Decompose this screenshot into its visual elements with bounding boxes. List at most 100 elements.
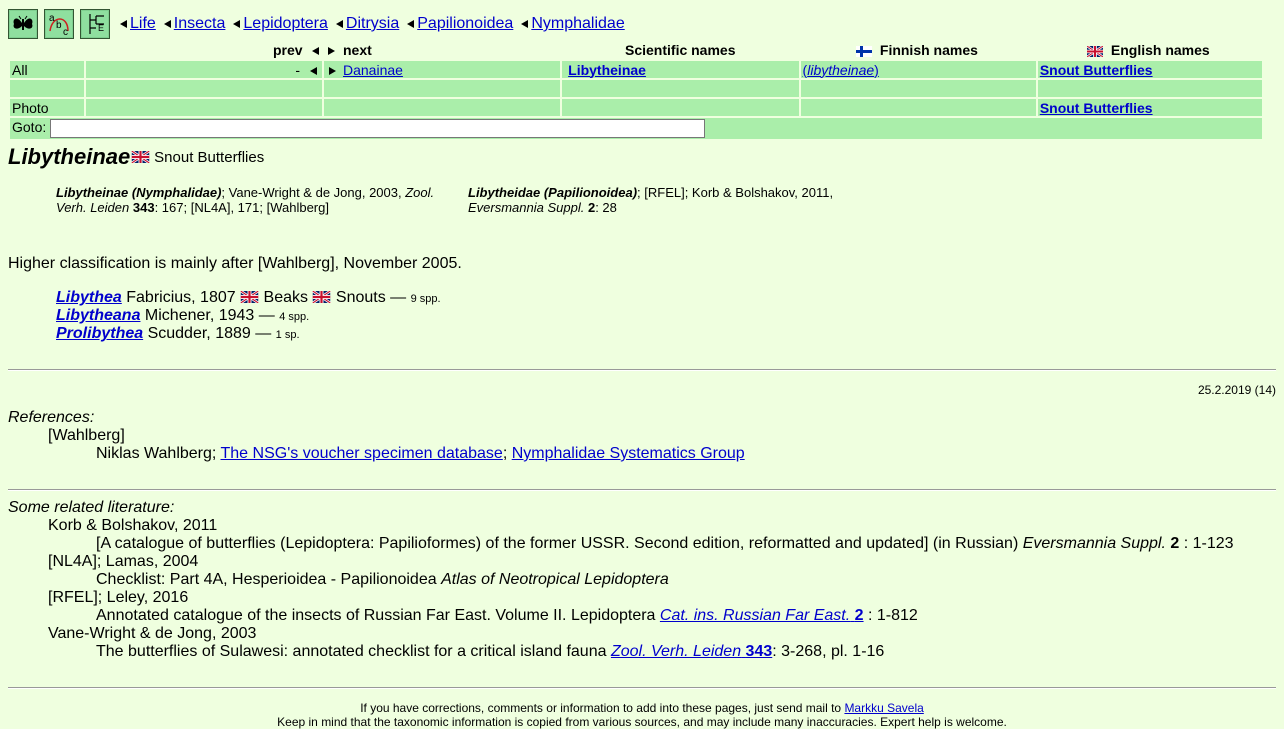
- abc-icon[interactable]: a b c: [44, 9, 74, 39]
- navigation-table: All - Danainae Libytheinae (libytheinae)…: [8, 59, 1264, 141]
- finland-flag-icon: [856, 45, 872, 57]
- references-title: References:: [8, 409, 95, 426]
- english-link[interactable]: Snout Butterflies: [1040, 62, 1153, 78]
- literature-head: Vane-Wright & de Jong, 2003: [48, 625, 257, 642]
- nsg-database-link[interactable]: The NSG's voucher specimen database: [221, 445, 503, 462]
- literature-journal: Cat. ins. Russian Far East.: [659, 607, 851, 624]
- next-cell: Danainae: [323, 61, 561, 78]
- goto-cell: Goto:: [10, 118, 1262, 139]
- synonym-name: Libytheidae (Papilionoidea): [468, 185, 638, 200]
- scientific-cell: Libytheinae: [562, 61, 799, 78]
- left-arrow-icon: [233, 20, 241, 28]
- synonym-journal: Verh. Leiden: [56, 200, 130, 215]
- literature-text: Annotated catalogue of the insects of Ru…: [96, 607, 660, 624]
- genus-count: 4 spp.: [279, 311, 310, 323]
- table-row: Photo Snout Butterflies: [10, 99, 1262, 116]
- literature-volume: 2: [854, 607, 864, 624]
- left-arrow-icon: [312, 47, 320, 55]
- footer-contact: If you have corrections, comments or inf…: [0, 701, 1284, 715]
- genus-link[interactable]: Libythea: [56, 289, 122, 306]
- svg-text:c: c: [63, 27, 68, 37]
- breadcrumb-insecta: Insecta: [163, 15, 226, 33]
- next-link[interactable]: Danainae: [343, 62, 403, 78]
- finnish-text: libytheinae: [807, 61, 875, 78]
- breadcrumb-link[interactable]: Papilionoidea: [417, 15, 513, 33]
- literature-entry: The butterflies of Sulawesi: annotated c…: [96, 643, 884, 661]
- row-label: [10, 80, 84, 97]
- literature-volume: 343: [745, 643, 773, 660]
- genus-count: 9 spp.: [410, 293, 441, 305]
- finnish-names-label: Finnish names: [879, 42, 978, 58]
- breadcrumb-lepidoptera: Lepidoptera: [233, 15, 328, 33]
- english-cell: [1037, 80, 1262, 97]
- literature-journal-link[interactable]: Cat. ins. Russian Far East. 2: [660, 607, 864, 624]
- breadcrumb-link[interactable]: Nymphalidae: [531, 15, 624, 33]
- genus-dash: —: [254, 307, 280, 324]
- finnish-link[interactable]: (libytheinae): [803, 62, 879, 78]
- genus-dash: —: [385, 289, 411, 306]
- finnish-cell: [800, 99, 1036, 116]
- literature-text: The butterflies of Sulawesi: annotated c…: [96, 643, 611, 660]
- scientific-cell: [562, 99, 799, 116]
- goto-input[interactable]: [50, 119, 706, 138]
- left-arrow-icon: [335, 20, 343, 28]
- right-arrow-icon: [328, 47, 335, 55]
- prev-value: -: [295, 61, 301, 78]
- synonym-pages: : 28: [595, 200, 617, 215]
- finnish-names-header: Finnish names: [856, 42, 978, 58]
- nymphalidae-group-link[interactable]: Nymphalidae Systematics Group: [512, 445, 745, 462]
- english-names-header: English names: [1087, 42, 1210, 58]
- uk-flag-icon: [1087, 45, 1103, 57]
- photo-english-link[interactable]: Snout Butterflies: [1040, 100, 1153, 116]
- next-cell: [323, 99, 561, 116]
- table-row: [10, 80, 1262, 97]
- left-arrow-icon: [521, 20, 529, 28]
- next-header: next: [328, 42, 372, 58]
- contact-link[interactable]: Markku Savela: [844, 701, 923, 715]
- divider: [8, 687, 1276, 689]
- butterfly-icon[interactable]: [8, 9, 38, 39]
- literature-text: Checklist: Part 4A, Hesperioidea - Papil…: [96, 571, 442, 588]
- literature-journal: Atlas of Neotropical Lepidoptera: [441, 571, 669, 588]
- update-date: 25.2.2019 (14): [1197, 383, 1276, 397]
- next-label: next: [343, 42, 372, 58]
- synonym-source: ; Vane-Wright & de Jong, 2003,: [221, 185, 406, 200]
- genus-link[interactable]: Libytheana: [56, 307, 140, 324]
- literature-pages: : 3-268, pl. 1-16: [772, 643, 885, 660]
- tree-icon[interactable]: E: [80, 9, 110, 39]
- prev-cell: -: [85, 61, 322, 78]
- breadcrumb-link[interactable]: Lepidoptera: [243, 15, 328, 33]
- scientific-names-header: Scientific names: [625, 42, 736, 58]
- english-names-label: English names: [1110, 42, 1210, 58]
- breadcrumb-link[interactable]: Insecta: [174, 15, 226, 33]
- literature-pages: : 1-812: [863, 607, 918, 624]
- prev-cell: [85, 99, 322, 116]
- literature-text: [A catalogue of butterflies (Lepidoptera…: [96, 535, 1023, 552]
- footer-disclaimer: Keep in mind that the taxonomic informat…: [277, 715, 1007, 729]
- literature-journal-link[interactable]: Zool. Verh. Leiden 343: [611, 643, 772, 660]
- list-item: Prolibythea Scudder, 1889 — 1 sp.: [56, 325, 300, 343]
- prev-header: prev: [273, 42, 322, 58]
- synonym-block-1: Libytheinae (Nymphalidae); Vane-Wright &…: [56, 185, 446, 215]
- genus-link[interactable]: Prolibythea: [56, 325, 143, 342]
- genus-common-name: Beaks: [263, 289, 308, 306]
- scientific-link[interactable]: Libytheinae: [568, 62, 646, 78]
- literature-head: [RFEL]; Leley, 2016: [48, 589, 189, 606]
- divider: [8, 369, 1276, 371]
- left-arrow-icon: [163, 20, 171, 28]
- table-row: All - Danainae Libytheinae (libytheinae)…: [10, 61, 1262, 78]
- breadcrumb-ditrysia: Ditrysia: [335, 15, 399, 33]
- left-arrow-icon: [309, 66, 317, 75]
- breadcrumb-link[interactable]: Life: [130, 15, 156, 33]
- prev-label: prev: [273, 42, 303, 58]
- goto-row: Goto:: [10, 118, 1262, 139]
- breadcrumb-life: Life: [120, 15, 156, 33]
- literature-journal: Zool. Verh. Leiden: [610, 643, 742, 660]
- uk-flag-icon: [312, 291, 332, 303]
- breadcrumb-link[interactable]: Ditrysia: [346, 15, 399, 33]
- literature-entry: Annotated catalogue of the insects of Ru…: [96, 607, 918, 625]
- literature-pages: : 1-123: [1179, 535, 1234, 552]
- left-arrow-icon: [407, 20, 415, 28]
- goto-label: Goto:: [12, 119, 47, 136]
- uk-flag-icon: [131, 151, 150, 163]
